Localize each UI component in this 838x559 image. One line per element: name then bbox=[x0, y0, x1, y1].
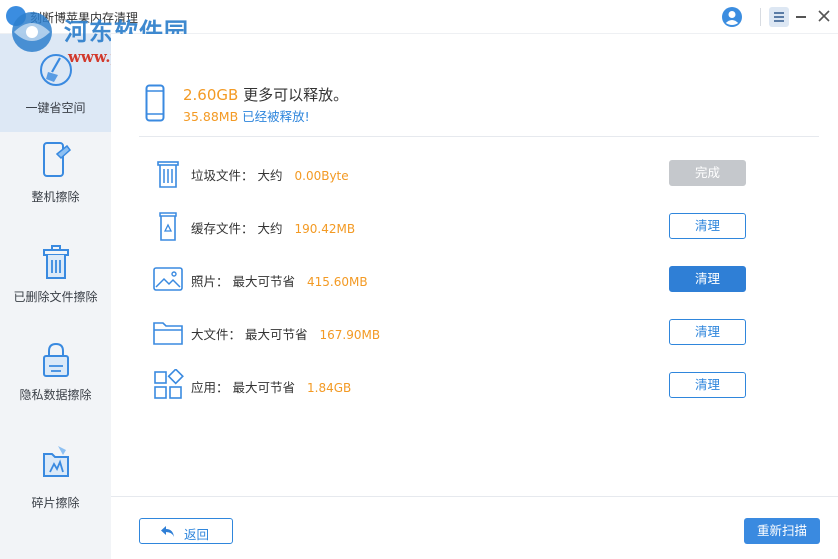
titlebar-divider bbox=[760, 8, 761, 26]
summary-released: 35.88MB 已经被释放! bbox=[183, 106, 310, 125]
sidebar-item-label: 碎片擦除 bbox=[31, 496, 80, 510]
trash-bin-icon bbox=[157, 161, 179, 188]
sidebar: 一键省空间 整机擦除 已删除文件擦除 隐私数据擦除 碎片擦除 bbox=[0, 34, 111, 559]
phone-icon bbox=[145, 84, 165, 122]
row-value: 0.00Byte bbox=[294, 169, 349, 183]
watermark-logo-icon bbox=[12, 12, 52, 52]
close-icon[interactable] bbox=[815, 7, 833, 25]
row-name: 垃圾文件： bbox=[191, 168, 254, 183]
list-item-junk-files: 垃圾文件： 大约 0.00Byte 完成 bbox=[150, 153, 750, 193]
sidebar-item-label: 已删除文件擦除 bbox=[13, 290, 98, 304]
row-name: 应用： bbox=[191, 380, 229, 395]
fragment-folder-icon bbox=[42, 446, 69, 477]
trash-icon bbox=[42, 245, 69, 279]
summary-released-size: 35.88MB bbox=[183, 109, 239, 124]
sidebar-item-label: 隐私数据擦除 bbox=[19, 388, 92, 402]
row-name: 照片： bbox=[191, 274, 229, 289]
rescan-button[interactable]: 重新扫描 bbox=[744, 518, 820, 544]
privacy-lock-icon bbox=[42, 342, 69, 377]
large-files-clean-button[interactable]: 清理 bbox=[669, 319, 746, 345]
row-value: 167.90MB bbox=[319, 328, 381, 342]
recycle-bin-icon bbox=[159, 212, 177, 241]
sidebar-item-device-erase[interactable]: 整机擦除 bbox=[0, 140, 111, 220]
footer-divider bbox=[111, 496, 838, 497]
row-value: 190.42MB bbox=[294, 222, 356, 236]
cache-clean-button[interactable]: 清理 bbox=[669, 213, 746, 239]
row-value: 1.84GB bbox=[307, 381, 352, 395]
row-label: 大文件： 最大可节省 167.90MB bbox=[191, 324, 380, 343]
row-label: 缓存文件： 大约 190.42MB bbox=[191, 218, 355, 237]
list-item-large-files: 大文件： 最大可节省 167.90MB 清理 bbox=[150, 312, 750, 352]
sidebar-item-privacy-erase[interactable]: 隐私数据擦除 bbox=[0, 340, 111, 420]
sidebar-item-label: 一键省空间 bbox=[25, 101, 86, 115]
junk-done-button[interactable]: 完成 bbox=[669, 160, 746, 186]
user-account-icon[interactable] bbox=[721, 6, 743, 28]
list-item-cache-files: 缓存文件： 大约 190.42MB 清理 bbox=[150, 206, 750, 246]
summary-total-size: 2.60GB bbox=[183, 86, 239, 104]
row-desc: 大约 bbox=[257, 221, 283, 236]
photo-icon bbox=[153, 267, 183, 291]
back-button[interactable]: 返回 bbox=[139, 518, 233, 544]
summary-total-text: 更多可以释放。 bbox=[243, 86, 349, 104]
phone-erase-icon bbox=[42, 142, 71, 177]
row-desc: 大约 bbox=[257, 168, 283, 183]
back-arrow-icon bbox=[161, 526, 174, 537]
menu-icon[interactable] bbox=[769, 7, 789, 27]
row-label: 应用： 最大可节省 1.84GB bbox=[191, 377, 351, 396]
minimize-icon[interactable] bbox=[796, 16, 806, 18]
row-desc: 最大可节省 bbox=[245, 327, 308, 342]
row-label: 垃圾文件： 大约 0.00Byte bbox=[191, 165, 349, 184]
list-item-apps: 应用： 最大可节省 1.84GB 清理 bbox=[150, 365, 750, 405]
row-name: 大文件： bbox=[191, 327, 242, 342]
summary-released-text: 已经被释放! bbox=[242, 109, 310, 124]
back-button-label: 返回 bbox=[184, 527, 210, 542]
sidebar-item-label: 整机擦除 bbox=[31, 190, 80, 204]
row-desc: 最大可节省 bbox=[232, 274, 296, 289]
row-value: 415.60MB bbox=[307, 275, 368, 289]
apps-clean-button[interactable]: 清理 bbox=[669, 372, 746, 398]
apps-icon bbox=[154, 369, 184, 399]
list-item-photos: 照片： 最大可节省 415.60MB 清理 bbox=[150, 259, 750, 299]
row-name: 缓存文件： bbox=[191, 221, 254, 236]
summary-total: 2.60GB 更多可以释放。 bbox=[183, 84, 348, 105]
photos-clean-button[interactable]: 清理 bbox=[669, 266, 746, 292]
summary-divider bbox=[139, 136, 819, 137]
row-desc: 最大可节省 bbox=[232, 380, 296, 395]
sidebar-item-fragment-erase[interactable]: 碎片擦除 bbox=[0, 442, 111, 522]
sidebar-item-deleted-files-erase[interactable]: 已删除文件擦除 bbox=[0, 242, 111, 322]
row-label: 照片： 最大可节省 415.60MB bbox=[191, 271, 368, 290]
folder-icon bbox=[153, 322, 183, 345]
